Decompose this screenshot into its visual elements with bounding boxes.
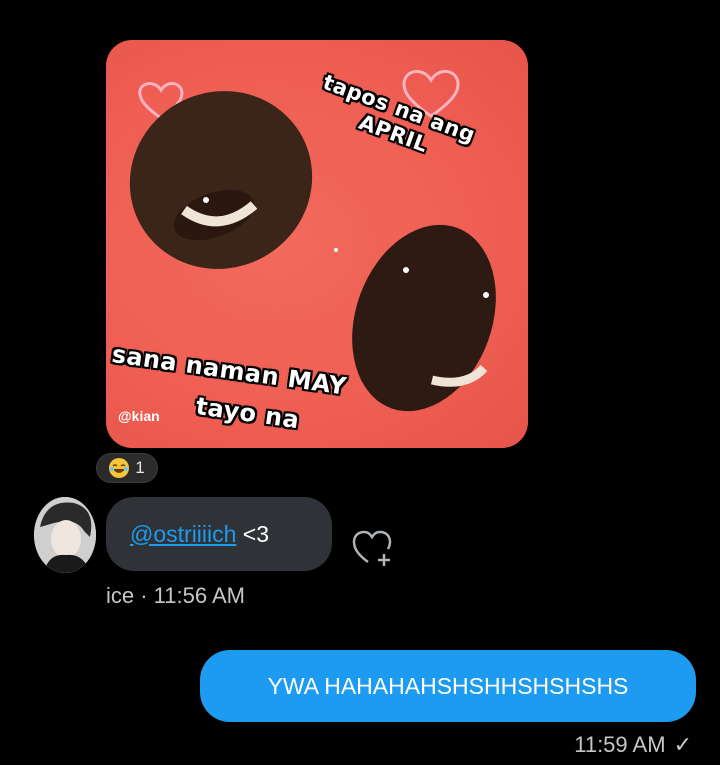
- avatar[interactable]: [34, 497, 96, 573]
- incoming-message-meta: ice · 11:56 AM: [106, 583, 245, 608]
- add-reaction-heart-icon[interactable]: [352, 526, 398, 570]
- sent-check-icon: ✓: [673, 732, 692, 757]
- reaction-pill[interactable]: 1: [96, 453, 158, 483]
- outgoing-message-meta: 11:59 AM ✓: [574, 732, 692, 758]
- outgoing-message-bubble[interactable]: YWA HAHAHAHSHSHHSHSHSHS: [200, 650, 696, 722]
- meme-watermark: @kian: [118, 408, 160, 424]
- outgoing-message-time: 11:59 AM: [574, 732, 666, 757]
- meme-image[interactable]: tapos na ang APRIL sana naman MAY tayo n…: [106, 40, 528, 448]
- mention-link[interactable]: @ostriiiich: [130, 521, 236, 548]
- laughing-emoji-icon: [109, 458, 130, 478]
- incoming-message-text: <3: [236, 520, 270, 547]
- incoming-message-bubble[interactable]: @ostriiiich <3: [106, 497, 332, 571]
- reaction-count: 1: [135, 458, 145, 477]
- outgoing-message-text: YWA HAHAHAHSHSHHSHSHSHS: [267, 672, 629, 699]
